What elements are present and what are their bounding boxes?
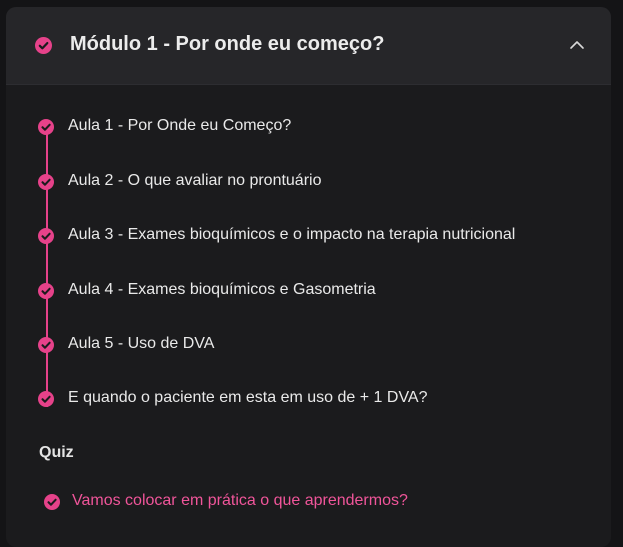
lesson-item[interactable]: Aula 5 - Uso de DVA [6, 325, 606, 365]
lesson-label: Aula 1 - Por Onde eu Começo? [68, 117, 292, 134]
quiz-label: Vamos colocar em prática o que aprenderm… [72, 492, 408, 509]
check-circle-icon [44, 494, 60, 510]
lesson-item[interactable]: Aula 2 - O que avaliar no prontuário [6, 162, 606, 202]
module-card: Módulo 1 - Por onde eu começo? Aula 1 - … [6, 7, 611, 547]
check-circle-icon [38, 228, 54, 244]
lesson-label: Aula 2 - O que avaliar no prontuário [68, 172, 322, 189]
lesson-item[interactable]: E quando o paciente em esta em uso de + … [6, 379, 606, 419]
check-circle-icon [38, 283, 54, 299]
module-header[interactable]: Módulo 1 - Por onde eu começo? [6, 7, 611, 85]
lesson-item[interactable]: Aula 1 - Por Onde eu Começo? [6, 107, 606, 147]
lesson-label: Aula 5 - Uso de DVA [68, 335, 215, 352]
quiz-heading: Quiz [39, 444, 74, 461]
check-circle-icon [38, 119, 54, 135]
lesson-label: Aula 3 - Exames bioquímicos e o impacto … [68, 226, 516, 243]
check-circle-icon [35, 37, 52, 54]
lesson-label: Aula 4 - Exames bioquímicos e Gasometria [68, 281, 376, 298]
check-circle-icon [38, 391, 54, 407]
lesson-item[interactable]: Aula 4 - Exames bioquímicos e Gasometria [6, 271, 606, 311]
lesson-label: E quando o paciente em esta em uso de + … [68, 389, 428, 406]
check-circle-icon [38, 174, 54, 190]
module-title: Módulo 1 - Por onde eu começo? [70, 33, 385, 55]
chevron-up-icon[interactable] [567, 37, 587, 53]
check-circle-icon [38, 337, 54, 353]
lesson-item[interactable]: Aula 3 - Exames bioquímicos e o impacto … [6, 216, 606, 256]
quiz-item[interactable]: Vamos colocar em prática o que aprenderm… [6, 483, 606, 519]
